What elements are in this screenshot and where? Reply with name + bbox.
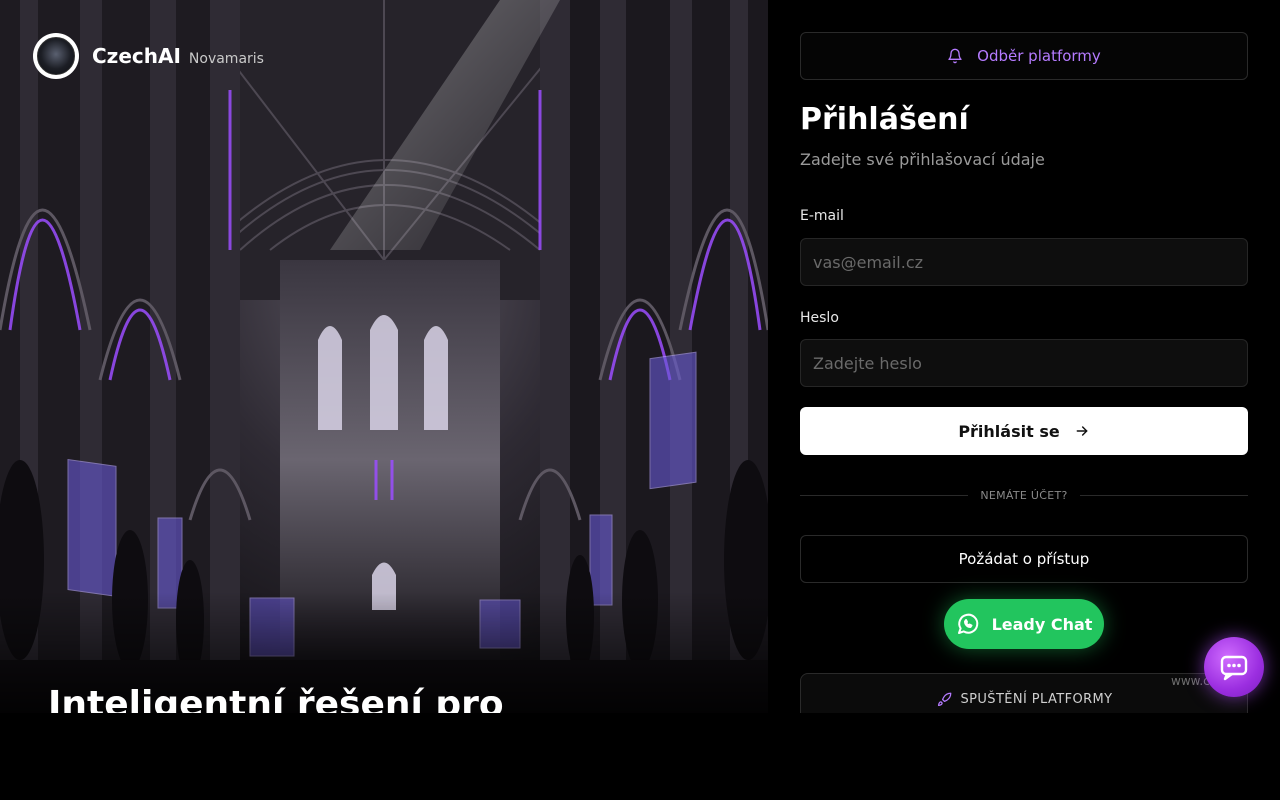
password-field[interactable] xyxy=(800,339,1248,387)
watermark-text: www.c xyxy=(1171,674,1210,688)
brand-subtitle: Novamaris xyxy=(188,50,264,67)
email-label: E-mail xyxy=(800,208,844,224)
email-field[interactable] xyxy=(800,238,1248,286)
hero-panel: CzechAI Novamaris Inteligentní řešení pr… xyxy=(0,0,768,713)
subscribe-button[interactable]: Odběr platformy xyxy=(800,32,1248,80)
brand-name: CzechAI xyxy=(92,44,181,68)
password-label: Heslo xyxy=(800,310,839,326)
logo-icon xyxy=(33,33,79,79)
request-access-button[interactable]: Požádat o přístup xyxy=(800,535,1248,583)
bell-icon xyxy=(947,48,963,64)
bottom-band xyxy=(0,713,1280,800)
arrow-right-icon xyxy=(1074,423,1090,439)
platform-launch-label: SPUŠTĚNÍ PLATFORMY xyxy=(960,692,1113,707)
leady-chat-label: Leady Chat xyxy=(991,614,1093,634)
whatsapp-icon xyxy=(956,612,980,636)
subscribe-label: Odběr platformy xyxy=(977,47,1101,65)
request-access-label: Požádat o přístup xyxy=(958,550,1090,568)
login-button-label: Přihlásit se xyxy=(958,421,1060,441)
hero-heading: Inteligentní řešení pro xyxy=(48,684,504,713)
divider-text: NEMÁTE ÚČET? xyxy=(980,488,1068,502)
platform-launch-heading: SPUŠTĚNÍ PLATFORMY xyxy=(801,692,1249,707)
rocket-icon xyxy=(937,692,952,707)
login-title: Přihlášení xyxy=(800,102,969,137)
login-button[interactable]: Přihlásit se xyxy=(800,407,1248,455)
chat-widget-button[interactable] xyxy=(1204,637,1264,697)
login-subtitle: Zadejte své přihlašovací údaje xyxy=(800,150,1045,169)
viewport: CzechAI Novamaris Inteligentní řešení pr… xyxy=(0,0,1280,713)
brand[interactable]: CzechAI Novamaris xyxy=(33,33,264,79)
login-panel: Odběr platformy Přihlášení Zadejte své p… xyxy=(768,0,1280,713)
divider: NEMÁTE ÚČET? xyxy=(800,486,1249,504)
chat-bubble-icon xyxy=(1219,652,1249,682)
leady-chat-button[interactable]: Leady Chat xyxy=(944,599,1104,649)
